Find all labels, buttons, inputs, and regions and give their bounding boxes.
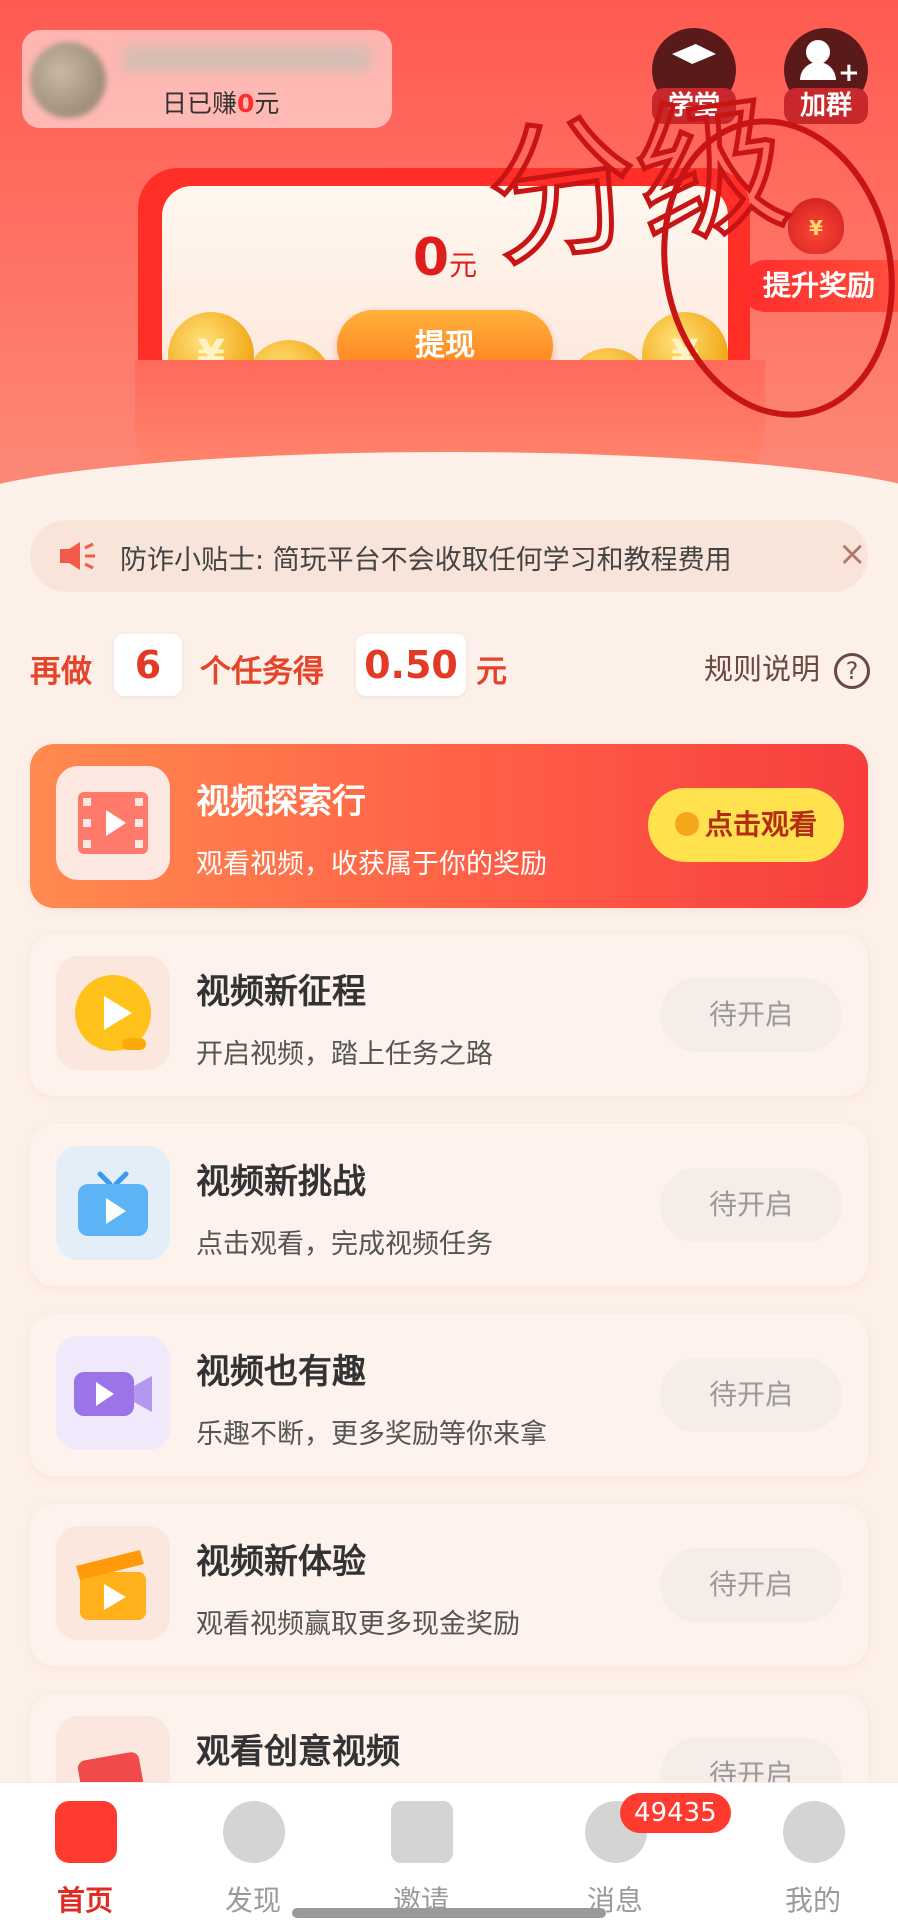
tab-profile[interactable]: 我的: [728, 1783, 898, 1920]
join-group-button[interactable]: + 加群: [782, 28, 870, 124]
balance-unit: 元: [449, 249, 478, 282]
close-icon[interactable]: ×: [838, 534, 867, 574]
task-title: 视频新征程: [196, 972, 366, 1012]
help-icon: ?: [834, 653, 870, 689]
film-play-icon: [56, 766, 170, 880]
task-card[interactable]: 视频新挑战 点击观看，完成视频任务 待开启: [30, 1124, 868, 1286]
task-progress: 再做 6 个任务得 0.50 元 规则说明?: [30, 634, 870, 700]
tab-discover[interactable]: 发现: [168, 1783, 338, 1920]
bottom-tab-bar: 首页 发现 邀请 消息 49435 我的: [0, 1782, 898, 1920]
invite-icon: [391, 1801, 453, 1863]
task-card[interactable]: 视频也有趣 乐趣不断，更多奖励等你来拿 待开启: [30, 1314, 868, 1476]
task-desc: 开启视频，踏上任务之路: [196, 1039, 493, 1070]
blurred-username: [122, 46, 372, 72]
task-card[interactable]: 视频新体验 观看视频赢取更多现金奖励 待开启: [30, 1504, 868, 1666]
join-group-label: 加群: [784, 88, 868, 124]
message-count-badge: 49435: [620, 1793, 731, 1833]
avatar[interactable]: [30, 42, 106, 118]
tab-invite[interactable]: 邀请: [336, 1783, 506, 1920]
compass-icon: [223, 1801, 285, 1863]
rules-label: 规则说明: [703, 652, 820, 686]
balance: 0元: [162, 228, 728, 288]
anti-fraud-notice: 防诈小贴士: 简玩平台不会收取任何学习和教程费用 ×: [30, 520, 868, 592]
reward-amount: 0.50: [356, 634, 466, 696]
task-desc: 乐趣不断，更多奖励等你来拿: [196, 1419, 547, 1450]
earned-unit: 元: [254, 89, 280, 118]
clapperboard-icon: [56, 1526, 170, 1640]
task-desc: 观看视频，收获属于你的奖励: [196, 849, 547, 880]
video-camera-icon: [56, 1336, 170, 1450]
task-card[interactable]: 视频探索行 观看视频，收获属于你的奖励 点击观看: [30, 744, 868, 908]
play-circle-icon: [56, 956, 170, 1070]
progress-prefix: 再做: [30, 654, 92, 690]
money-bag-icon: ¥: [788, 198, 844, 254]
user-info[interactable]: 日已赚0元: [22, 30, 392, 128]
today-earned: 日已赚0元: [162, 84, 279, 120]
hero-curve: [0, 452, 898, 500]
task-title: 视频新挑战: [196, 1162, 366, 1202]
watch-now-button[interactable]: 点击观看: [648, 788, 844, 862]
pending-button[interactable]: 待开启: [660, 978, 842, 1052]
profile-icon: [783, 1801, 845, 1863]
remaining-count: 6: [114, 634, 182, 696]
boost-reward-label: 提升奖励: [740, 260, 898, 312]
coin-icon: [674, 812, 699, 836]
task-title: 视频也有趣: [196, 1352, 366, 1392]
reward-unit: 元: [476, 654, 507, 690]
pending-button[interactable]: 待开启: [660, 1358, 842, 1432]
task-card[interactable]: 视频新征程 开启视频，踏上任务之路 待开启: [30, 934, 868, 1096]
task-title: 视频新体验: [196, 1542, 366, 1582]
tab-home[interactable]: 首页: [0, 1783, 170, 1920]
task-desc: 观看视频赢取更多现金奖励: [196, 1609, 520, 1640]
task-desc: 点击观看，完成视频任务: [196, 1229, 493, 1260]
watch-now-label: 点击观看: [704, 808, 817, 841]
school-label: 学堂: [652, 88, 736, 124]
progress-middle: 个任务得: [200, 654, 324, 690]
notice-text: 防诈小贴士: 简玩平台不会收取任何学习和教程费用: [120, 545, 732, 576]
pending-button[interactable]: 待开启: [660, 1168, 842, 1242]
hero-banner: 日已赚0元 学堂 + 加群 0元 提现 ¥ ¥ ¥ ¥ ¥ 提升奖励 分级: [0, 0, 898, 500]
tv-icon: [56, 1146, 170, 1260]
earned-prefix: 日已赚: [162, 89, 238, 118]
earned-amount: 0: [237, 89, 255, 118]
speaker-icon: [60, 542, 95, 570]
home-indicator: [0, 1908, 898, 1920]
balance-amount: 0: [412, 228, 450, 288]
pending-button[interactable]: 待开启: [660, 1548, 842, 1622]
boost-reward-button[interactable]: ¥ 提升奖励: [740, 198, 898, 316]
home-icon: [55, 1801, 117, 1863]
school-button[interactable]: 学堂: [650, 28, 738, 124]
rules-button[interactable]: 规则说明?: [704, 646, 870, 689]
task-title: 观看创意视频: [196, 1732, 400, 1772]
task-title: 视频探索行: [196, 782, 366, 822]
